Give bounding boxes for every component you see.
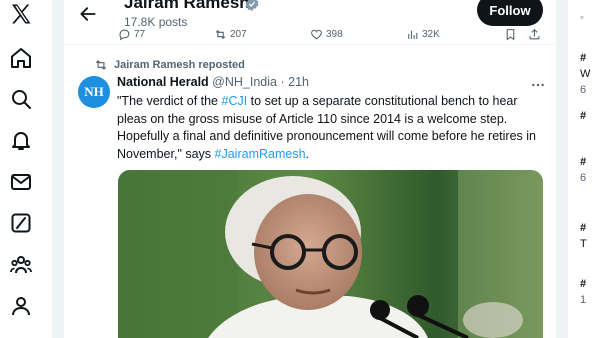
main-column: Jairam Ramesh 17.8K posts Follow 77 207 … xyxy=(64,0,556,338)
tweet-photo[interactable] xyxy=(118,170,543,338)
like-count: 398 xyxy=(326,28,343,40)
repost-small-icon xyxy=(95,60,107,70)
trend-item[interactable]: # xyxy=(580,222,586,234)
bookmark-icon xyxy=(506,28,515,40)
views-icon xyxy=(408,30,418,39)
repost-label-text[interactable]: Jairam Ramesh reposted xyxy=(114,59,245,71)
profile-icon[interactable] xyxy=(9,294,33,318)
avatar[interactable]: NH xyxy=(78,76,110,108)
column-divider xyxy=(556,0,568,338)
right-sidebar: ◦ # W 6 # # 6 # T # 1 xyxy=(568,0,600,338)
reply-count: 77 xyxy=(134,28,146,40)
repost-icon xyxy=(215,29,226,39)
trend-item: 6 xyxy=(580,84,587,96)
column-divider xyxy=(52,0,64,338)
trend-item[interactable]: # xyxy=(580,52,586,64)
hashtag-link[interactable]: #JairamRamesh xyxy=(215,147,306,161)
tweet-text-segment: . xyxy=(305,146,310,161)
messages-icon[interactable] xyxy=(9,170,33,194)
trend-item: 6 xyxy=(580,172,587,184)
heart-icon xyxy=(311,29,322,39)
trend-item[interactable]: # xyxy=(580,110,586,122)
more-options-icon[interactable] xyxy=(530,77,546,93)
x-logo-icon[interactable] xyxy=(9,2,33,26)
trend-item[interactable]: W xyxy=(580,68,590,80)
author-handle[interactable]: @NH_India xyxy=(212,75,277,89)
tweet-time[interactable]: 21h xyxy=(288,75,309,89)
back-arrow-icon[interactable] xyxy=(78,4,98,24)
communities-icon[interactable] xyxy=(9,253,33,277)
trend-item[interactable]: T xyxy=(580,238,587,250)
follow-button[interactable]: Follow xyxy=(477,0,543,26)
time-separator: · xyxy=(280,75,285,89)
share-button[interactable] xyxy=(528,26,541,42)
grok-icon[interactable] xyxy=(9,211,33,235)
author-name[interactable]: National Herald xyxy=(117,75,209,89)
tweet-text: "The verdict of the #CJI to set up a sep… xyxy=(117,93,537,163)
right-item: ◦ xyxy=(580,12,584,24)
views-button[interactable]: 32K xyxy=(406,26,440,42)
tweet-text-segment: "The verdict of the xyxy=(117,94,222,108)
bookmark-button[interactable] xyxy=(504,26,517,42)
view-count: 32K xyxy=(422,28,440,40)
repost-indicator: Jairam Ramesh reposted xyxy=(94,58,245,72)
reply-button[interactable]: 77 xyxy=(118,26,145,42)
hashtag-link[interactable]: #CJI xyxy=(222,94,248,108)
trend-item[interactable]: # xyxy=(580,156,586,168)
tweet-author-line: National Herald @NH_India · 21h xyxy=(117,75,309,89)
left-navigation xyxy=(0,0,52,338)
reply-icon xyxy=(119,29,130,40)
verified-badge-icon xyxy=(244,0,260,12)
home-icon[interactable] xyxy=(9,46,33,70)
profile-name: Jairam Ramesh xyxy=(124,0,250,12)
trend-item[interactable]: # xyxy=(580,278,586,290)
repost-count: 207 xyxy=(230,28,247,40)
share-icon xyxy=(529,28,540,39)
notifications-icon[interactable] xyxy=(9,128,33,152)
like-button[interactable]: 398 xyxy=(310,26,343,42)
repost-button[interactable]: 207 xyxy=(214,26,247,42)
post-separator xyxy=(64,44,556,45)
search-icon[interactable] xyxy=(9,87,33,111)
trend-item: 1 xyxy=(580,294,587,306)
post-actions-bar: 77 207 398 32K xyxy=(64,26,556,42)
